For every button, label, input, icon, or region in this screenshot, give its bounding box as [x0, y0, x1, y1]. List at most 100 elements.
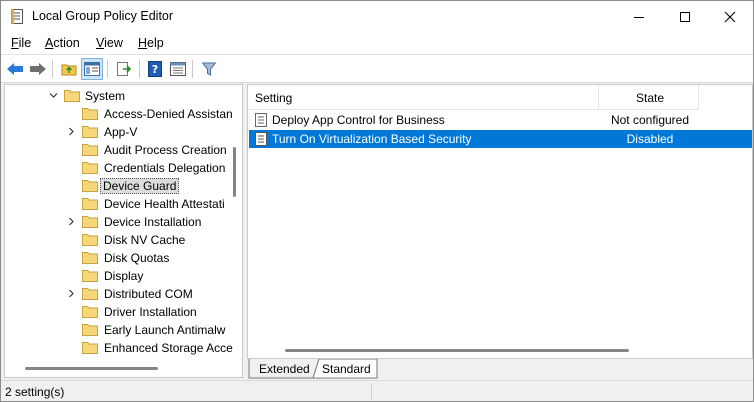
folder-icon	[82, 162, 98, 174]
minimize-icon	[634, 16, 644, 18]
status-separator	[371, 383, 372, 400]
forward-icon	[30, 63, 46, 75]
tree-item[interactable]: Credentials Delegation	[5, 159, 235, 177]
policy-setting-icon	[255, 132, 267, 146]
show-hide-tree-icon	[84, 62, 100, 76]
folder-icon	[82, 252, 98, 264]
up-folder-button[interactable]	[58, 58, 80, 80]
close-icon	[724, 11, 736, 22]
tree-horizontal-scrollbar[interactable]	[25, 367, 158, 370]
window-title: Local Group Policy Editor	[32, 9, 174, 23]
folder-icon	[82, 234, 98, 246]
tree-item[interactable]: Distributed COM	[5, 285, 235, 303]
filter-icon	[202, 62, 216, 76]
tree-item[interactable]: Audit Process Creation	[5, 141, 235, 159]
toolbar-separator	[192, 60, 193, 78]
tree-item-label: Disk Quotas	[104, 251, 170, 265]
toolbar-separator	[107, 60, 108, 78]
toolbar-separator	[52, 60, 53, 78]
folder-icon	[82, 108, 98, 120]
export-list-icon	[117, 62, 132, 76]
filter-button[interactable]	[198, 58, 220, 80]
folder-icon	[82, 306, 98, 318]
tree-item-label: Enhanced Storage Acce	[104, 341, 233, 355]
minimize-button[interactable]	[616, 1, 662, 32]
status-bar: 2 setting(s)	[1, 380, 753, 401]
tree-item-label: App-V	[104, 125, 138, 139]
tree-item[interactable]: Access-Denied Assistan	[5, 105, 235, 123]
tree-item-label: Audit Process Creation	[104, 143, 227, 157]
tree-item[interactable]: App-V	[5, 123, 235, 141]
setting-name: Deploy App Control for Business	[272, 113, 445, 127]
view-tabs: Extended Standard	[247, 359, 753, 379]
tree-item-label: System	[85, 89, 126, 103]
tree-item-label: Device Health Attestati	[104, 197, 225, 211]
folder-icon	[82, 342, 98, 354]
help-icon: ?	[148, 61, 162, 77]
status-text: 2 setting(s)	[5, 385, 65, 399]
toolbar: ?	[1, 54, 753, 83]
list-horizontal-scrollbar[interactable]	[285, 349, 629, 352]
menu-bar: File Action View Help	[1, 32, 753, 54]
folder-icon	[82, 126, 98, 138]
title-bar[interactable]: Local Group Policy Editor	[1, 1, 753, 32]
export-list-button[interactable]	[113, 58, 135, 80]
menu-action[interactable]: Action	[45, 36, 80, 50]
tree-pane[interactable]: System Access-Denied Assistan App-V Audi…	[4, 84, 243, 378]
back-icon	[7, 63, 23, 75]
tree-item-label: Display	[104, 269, 144, 283]
settings-list-pane[interactable]: Setting State Deploy App Control for Bus…	[247, 84, 753, 359]
column-header-state[interactable]: State	[599, 85, 699, 110]
chevron-right-icon[interactable]	[67, 217, 76, 226]
tree-item-device-guard[interactable]: Device Guard	[5, 177, 235, 195]
tab-standard[interactable]: Standard	[317, 359, 377, 379]
tree-item-label: Access-Denied Assistan	[104, 107, 233, 121]
column-header-setting-label: Setting	[255, 91, 293, 105]
list-item-selected[interactable]: Turn On Virtualization Based Security Di…	[249, 130, 752, 148]
up-folder-icon	[61, 64, 77, 76]
properties-view-button[interactable]	[167, 58, 189, 80]
tree-item-system[interactable]: System	[5, 87, 235, 105]
tree-item-label: Device Installation	[104, 215, 202, 229]
policy-setting-icon	[255, 113, 267, 127]
tree-item[interactable]: Display	[5, 267, 235, 285]
setting-name: Turn On Virtualization Based Security	[272, 132, 472, 146]
help-button[interactable]: ?	[144, 58, 166, 80]
maximize-icon	[680, 11, 690, 22]
tree-item[interactable]: Driver Installation	[5, 303, 235, 321]
folder-icon	[82, 288, 98, 300]
maximize-button[interactable]	[662, 1, 708, 32]
column-header-setting[interactable]: Setting	[248, 85, 599, 110]
tree-item[interactable]: Early Launch Antimalw	[5, 321, 235, 339]
forward-button[interactable]	[27, 58, 49, 80]
list-item[interactable]: Deploy App Control for Business Not conf…	[249, 111, 752, 129]
column-header-state-label: State	[636, 91, 665, 105]
tree-item-label: Disk NV Cache	[104, 233, 186, 247]
folder-icon	[82, 180, 98, 192]
chevron-down-icon[interactable]	[49, 91, 58, 100]
folder-icon	[82, 144, 98, 156]
tree-item-label: Credentials Delegation	[104, 161, 226, 175]
back-button[interactable]	[4, 58, 26, 80]
close-button[interactable]	[707, 1, 753, 32]
menu-view[interactable]: View	[96, 36, 123, 50]
tree-item[interactable]: Device Health Attestati	[5, 195, 235, 213]
tree-item[interactable]: Enhanced Storage Acce	[5, 339, 235, 357]
toolbar-separator	[139, 60, 140, 78]
setting-state: Disabled	[626, 132, 674, 146]
folder-icon	[82, 270, 98, 282]
chevron-right-icon[interactable]	[67, 127, 76, 136]
tree-item[interactable]: Device Installation	[5, 213, 235, 231]
menu-file[interactable]: File	[11, 36, 31, 50]
show-hide-tree-button[interactable]	[81, 58, 103, 80]
menu-help[interactable]: Help	[138, 36, 164, 50]
properties-view-icon	[170, 62, 186, 76]
tree-item-label: Device Guard	[100, 178, 180, 194]
folder-icon	[82, 324, 98, 336]
tree-item[interactable]: Disk Quotas	[5, 249, 235, 267]
tab-extended[interactable]: Extended	[249, 359, 313, 379]
tree-item-label: Early Launch Antimalw	[104, 323, 226, 337]
chevron-right-icon[interactable]	[67, 289, 76, 298]
tree-vertical-scrollbar[interactable]	[233, 147, 236, 197]
tree-item[interactable]: Disk NV Cache	[5, 231, 235, 249]
